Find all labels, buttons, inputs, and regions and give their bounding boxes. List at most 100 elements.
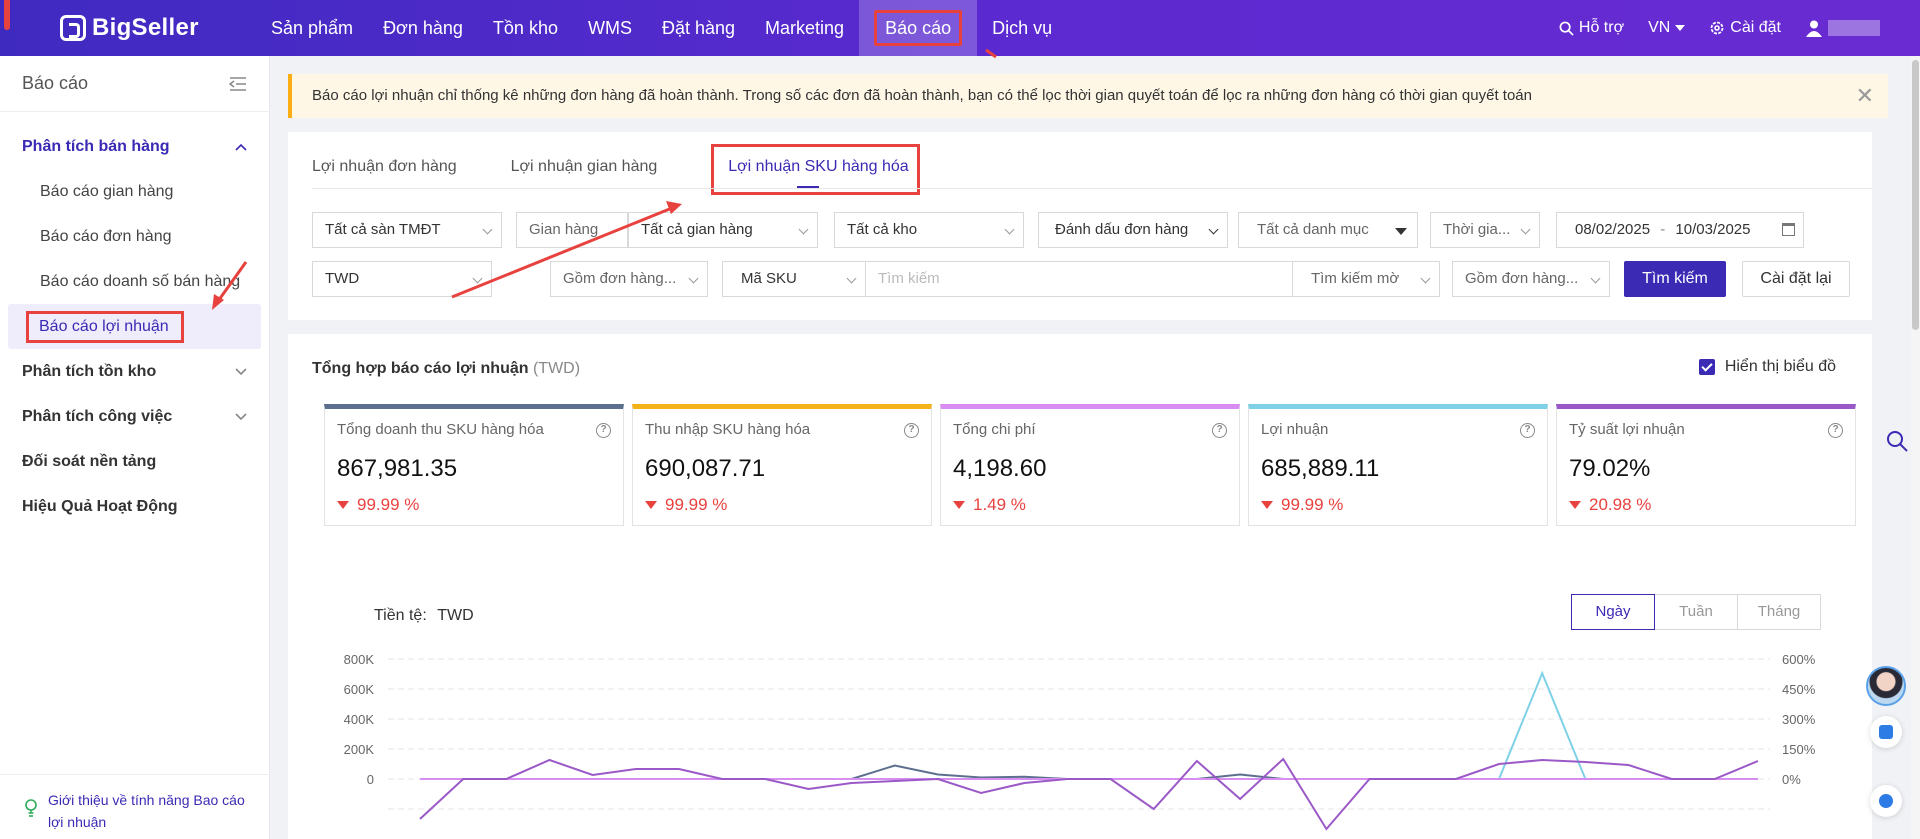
logo-text: BigSeller [92,14,199,41]
nav-products[interactable]: Sản phẩm [256,0,368,56]
summary-title-text: Tổng hợp báo cáo lợi nhuận [312,360,529,377]
nav-services[interactable]: Dịch vụ [977,0,1067,56]
kpi-delta: 1.49 % [953,495,1026,515]
kpi-delta-value: 1.49 % [973,495,1026,514]
y-right-tick-label: 450% [1782,682,1816,697]
order-mark-select[interactable]: Đánh dấu đơn hàng [1038,212,1228,248]
settings-label: Cài đặt [1730,19,1781,36]
chevron-down-icon [482,224,493,235]
user-menu[interactable] [1805,19,1880,37]
profit-summary-panel: Tổng hợp báo cáo lợi nhuận (TWD) Hiển th… [288,334,1872,839]
feature-intro-text: Giới thiệu về tính năng Bao cáo lợi nhuậ… [48,792,245,830]
language-select[interactable]: VN [1648,19,1686,37]
logo[interactable]: BigSeller [60,12,199,44]
y-right-tick-label: 150% [1782,742,1816,757]
settings-link[interactable]: Cài đặt [1709,19,1781,37]
close-icon[interactable]: ✕ [1856,74,1874,118]
help-icon[interactable]: ? [904,423,919,438]
sidebar-group-performance[interactable]: Hiệu Quả Hoạt Động [0,484,269,529]
sidebar-item-order-report[interactable]: Báo cáo đơn hàng [0,214,269,259]
nav-inventory[interactable]: Tồn kho [478,0,573,56]
kpi-value: 79.02% [1569,455,1651,482]
chart-currency-value: TWD [437,607,474,624]
user-icon [1806,20,1822,37]
date-separator: - [1660,221,1666,238]
float-search-icon[interactable] [1886,430,1908,452]
checkbox-checked-icon [1698,359,1715,375]
chevron-down-icon [1004,224,1015,235]
category-value: Tất cả danh mục [1257,221,1369,238]
sidebar-item-label: Báo cáo lợi nhuận [26,310,184,343]
platform-value: Tất cả sàn TMĐT [325,221,441,238]
help-icon[interactable]: ? [1520,423,1535,438]
sidebar-group-label: Hiệu Quả Hoạt Động [22,497,178,515]
sidebar-group-inventory-analysis[interactable]: Phân tích tồn kho [0,349,269,394]
sidebar-item-store-report[interactable]: Báo cáo gian hàng [0,169,269,214]
scrollbar-thumb[interactable] [1912,60,1919,330]
tab-order-profit[interactable]: Lợi nhuận đơn hàng [312,156,484,192]
warehouse-select[interactable]: Tất cả kho [834,212,1024,248]
currency-value: TWD [325,270,360,287]
y-left-tick-label: 200K [344,742,375,757]
search-input[interactable]: Tìm kiếm [865,261,1293,297]
nav-marketing[interactable]: Marketing [750,0,859,56]
y-left-tick-label: 800K [344,652,375,667]
page-scrollbar[interactable] [1911,56,1920,839]
sidebar-header: Báo cáo [0,56,269,112]
chevron-down-icon [1520,224,1531,235]
info-alert: Báo cáo lợi nhuận chỉ thống kê những đơn… [288,74,1888,118]
fuzzy-search-select[interactable]: Tìm kiếm mờ [1292,261,1440,297]
period-day-button[interactable]: Ngày [1571,594,1655,630]
sidebar-group-work-analysis[interactable]: Phân tích công việc [0,394,269,439]
report-tabs: Lợi nhuận đơn hàng Lợi nhuận gian hàng L… [312,144,974,195]
sidebar-group-sales-analysis[interactable]: Phân tích bán hàng [0,124,269,169]
nav-wms[interactable]: WMS [573,0,647,56]
arrow-down-icon [1261,501,1273,509]
include-orders-select-2[interactable]: Gồm đơn hàng... [1452,261,1610,297]
nav-purchase[interactable]: Đặt hàng [647,0,750,56]
date-to: 10/03/2025 [1675,221,1751,238]
date-range-picker[interactable]: 08/02/2025 - 10/03/2025 [1556,212,1804,248]
nav-orders[interactable]: Đơn hàng [368,0,478,56]
sidebar-group-label: Đối soát nền tảng [22,452,157,470]
include-orders-select[interactable]: Gồm đơn hàng... [550,261,708,297]
feature-intro-link[interactable]: Giới thiệu về tính năng Bao cáo lợi nhuậ… [0,774,270,839]
sidebar-item-profit-report[interactable]: Báo cáo lợi nhuận [8,304,261,349]
chevron-down-icon [688,273,699,284]
y-left-tick-label: 600K [344,682,375,697]
nav-reports[interactable]: Báo cáo [859,0,978,56]
reset-button[interactable]: Cài đặt lại [1742,261,1850,297]
help-icon[interactable]: ? [1828,423,1843,438]
series-line-0 [420,764,1758,780]
search-button[interactable]: Tìm kiếm [1624,261,1726,297]
help-icon[interactable]: ? [596,423,611,438]
sku-type-select[interactable]: Mã SKU [722,261,866,297]
feedback-button[interactable] [1870,716,1902,748]
category-select[interactable]: Tất cả danh mục [1238,212,1418,248]
sidebar-group-reconciliation[interactable]: Đối soát nền tảng [0,439,269,484]
kpi-delta: 99.99 % [337,495,419,515]
store-select[interactable]: Tất cả gian hàng [628,212,818,248]
support-agent-avatar[interactable] [1866,666,1906,706]
support-link[interactable]: Hỗ trợ [1559,19,1624,37]
sidebar-item-sales-report[interactable]: Báo cáo doanh số bán hàng [0,259,269,304]
chat-button[interactable] [1870,785,1902,817]
time-type-select[interactable]: Thời gia... [1430,212,1540,248]
arrow-down-icon [645,501,657,509]
period-week-button[interactable]: Tuần [1654,594,1738,630]
show-chart-checkbox[interactable]: Hiển thị biểu đồ [1698,358,1836,376]
sidebar-group-label: Phân tích bán hàng [22,137,170,155]
caret-down-icon [1675,25,1686,31]
currency-select[interactable]: TWD [312,261,492,297]
chat-icon [1879,794,1893,808]
platform-select[interactable]: Tất cả sàn TMĐT [312,212,502,248]
y-left-tick-label: 0 [367,772,374,787]
tab-store-profit[interactable]: Lợi nhuận gian hàng [511,156,685,192]
y-right-tick-label: 300% [1782,712,1816,727]
chevron-down-icon [235,367,247,375]
tab-sku-profit[interactable]: Lợi nhuận SKU hàng hóa [711,144,946,195]
collapse-menu-icon[interactable] [229,76,247,92]
profit-line-chart: 800K 600K 400K 200K 0 600% 450% 300% 150% 0% [344,652,1816,831]
period-month-button[interactable]: Tháng [1737,594,1821,630]
help-icon[interactable]: ? [1212,423,1227,438]
